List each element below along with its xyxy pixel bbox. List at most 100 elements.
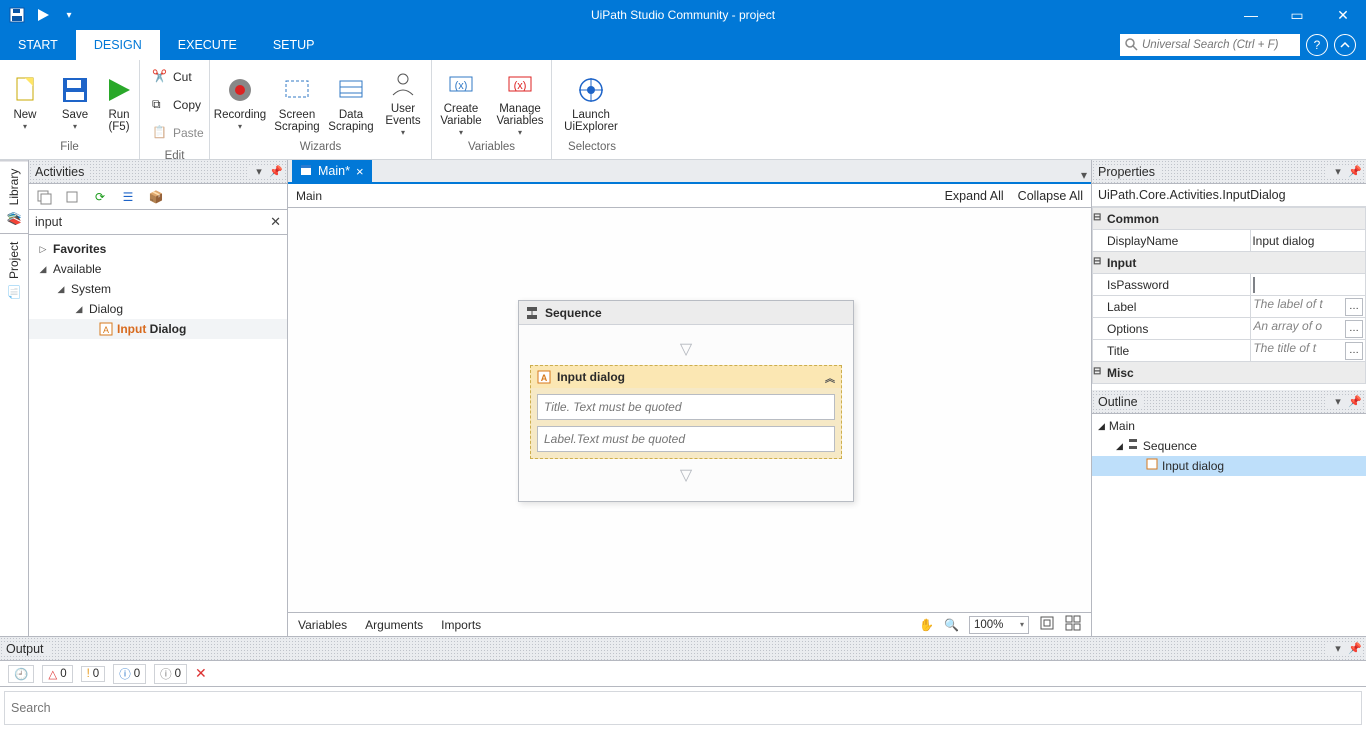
tab-setup[interactable]: Setup xyxy=(255,30,333,60)
clear-search-icon[interactable]: ✕ xyxy=(270,214,281,230)
time-filter[interactable]: 🕘 xyxy=(8,665,34,683)
uiexplorer-button[interactable]: Launch UiExplorer xyxy=(552,69,630,133)
save-button[interactable]: Save xyxy=(50,69,100,133)
zoom-icon[interactable]: 🔍 xyxy=(944,618,959,632)
ribbon-collapse-button[interactable] xyxy=(1334,34,1356,56)
tab-design[interactable]: Design xyxy=(76,30,160,60)
input-dialog-label-field[interactable] xyxy=(537,426,835,452)
output-pin-icon[interactable]: 📌 xyxy=(1348,642,1362,656)
qat-customize[interactable]: ▾ xyxy=(58,4,80,26)
fit-to-screen-icon[interactable] xyxy=(1039,615,1055,634)
trace-filter[interactable]: ⓘ0 xyxy=(154,664,187,684)
qat-run[interactable] xyxy=(32,4,54,26)
tree-available[interactable]: ◢Available xyxy=(29,259,287,279)
outline-dropdown[interactable]: ▾ xyxy=(1331,395,1345,409)
properties-pin-icon[interactable]: 📌 xyxy=(1348,165,1362,179)
category-misc[interactable]: Misc xyxy=(1107,366,1134,380)
run-label: Run xyxy=(108,109,129,121)
outline-input-dialog[interactable]: Input dialog xyxy=(1092,456,1366,476)
activities-dropdown[interactable]: ▾ xyxy=(252,165,266,179)
collapse-activity-icon[interactable]: ︽ xyxy=(825,370,835,385)
prop-options-value[interactable]: An array of o xyxy=(1253,319,1343,333)
zoom-combo[interactable]: 100% xyxy=(969,616,1029,634)
create-variable-button[interactable]: (x) Create Variable xyxy=(432,63,490,139)
collapse-all-link[interactable]: Collapse All xyxy=(1018,189,1083,203)
arguments-tab[interactable]: Arguments xyxy=(365,618,423,632)
paste-button[interactable]: 📋Paste xyxy=(148,120,208,146)
user-events-button[interactable]: User Events xyxy=(378,63,428,139)
input-dialog-activity[interactable]: A Input dialog ︽ xyxy=(530,365,842,459)
prop-label-value[interactable]: The label of t xyxy=(1253,297,1343,311)
input-dialog-title-field[interactable] xyxy=(537,394,835,420)
copy-button[interactable]: ⧉Copy xyxy=(148,92,208,118)
category-input[interactable]: Input xyxy=(1107,256,1136,270)
tree-favorites[interactable]: ▷Favorites xyxy=(29,239,287,259)
prop-ispassword-checkbox[interactable] xyxy=(1253,277,1255,293)
data-scraping-button[interactable]: Data Scraping xyxy=(324,69,378,133)
prop-options-edit-button[interactable]: … xyxy=(1345,320,1363,338)
qat-save[interactable] xyxy=(6,4,28,26)
tabs-dropdown[interactable]: ▾ xyxy=(1081,168,1087,182)
recording-button[interactable]: Recording xyxy=(210,69,270,133)
clear-output-icon[interactable]: ✕ xyxy=(195,665,207,682)
rail-library[interactable]: 📚 Library xyxy=(0,160,28,233)
error-filter[interactable]: △0 xyxy=(42,665,72,683)
property-grid: ⊟Common DisplayName Input dialog ⊟Input … xyxy=(1092,207,1366,384)
screen-scraping-button[interactable]: Screen Scraping xyxy=(270,69,324,133)
window-maximize[interactable]: ▭ xyxy=(1274,0,1320,30)
prop-title-edit-button[interactable]: … xyxy=(1345,342,1363,360)
manage-variables-button[interactable]: (x) Manage Variables xyxy=(490,63,550,139)
prop-displayname-value[interactable]: Input dialog xyxy=(1251,230,1366,252)
copy-label: Copy xyxy=(173,98,201,112)
project-icon: 📄 xyxy=(7,285,21,300)
imports-tab[interactable]: Imports xyxy=(441,618,481,632)
universal-search-input[interactable] xyxy=(1120,34,1300,56)
document-tab-label: Main* xyxy=(318,164,350,178)
tab-start[interactable]: Start xyxy=(0,30,76,60)
warning-count: 0 xyxy=(93,668,99,680)
input-dialog-label: Input dialog xyxy=(557,370,625,384)
sequence-activity[interactable]: Sequence ▽ A Input dialog ︽ xyxy=(518,300,854,502)
package-icon[interactable]: 📦 xyxy=(147,188,165,206)
cut-button[interactable]: ✂️Cut xyxy=(148,64,208,90)
properties-dropdown[interactable]: ▾ xyxy=(1331,165,1345,179)
outline-pin-icon[interactable]: 📌 xyxy=(1348,395,1362,409)
available-label: Available xyxy=(53,259,101,279)
expand-all-icon[interactable] xyxy=(35,188,53,206)
outline-sequence[interactable]: ◢Sequence xyxy=(1092,436,1366,456)
expand-all-link[interactable]: Expand All xyxy=(945,189,1004,203)
variables-tab[interactable]: Variables xyxy=(298,618,347,632)
output-dropdown[interactable]: ▾ xyxy=(1331,642,1345,656)
info-filter[interactable]: ⓘ0 xyxy=(113,664,146,684)
warning-filter[interactable]: !0 xyxy=(81,666,106,682)
overview-icon[interactable] xyxy=(1065,615,1081,634)
activities-search-input[interactable] xyxy=(29,210,287,234)
pan-icon[interactable]: ✋ xyxy=(919,618,934,632)
prop-title-value[interactable]: The title of t xyxy=(1253,341,1343,355)
insert-bottom-arrow[interactable]: ▽ xyxy=(680,465,692,485)
breadcrumb-main[interactable]: Main xyxy=(296,189,322,203)
output-search-input[interactable] xyxy=(4,691,1362,725)
tree-dialog[interactable]: ◢Dialog xyxy=(29,299,287,319)
tab-execute[interactable]: Execute xyxy=(160,30,255,60)
selectors-group-label: Selectors xyxy=(552,141,632,159)
new-button[interactable]: New xyxy=(0,69,50,133)
refresh-icon[interactable]: ⟳ xyxy=(91,188,109,206)
category-common[interactable]: Common xyxy=(1107,212,1159,226)
filter-icon[interactable]: ☰ xyxy=(119,188,137,206)
rail-project[interactable]: 📄 Project xyxy=(0,233,28,307)
trace-icon: ⓘ xyxy=(160,666,172,682)
collapse-all-icon[interactable] xyxy=(63,188,81,206)
document-tab-main[interactable]: Main* × xyxy=(292,160,372,182)
window-close[interactable]: ✕ xyxy=(1320,0,1366,30)
close-tab-icon[interactable]: × xyxy=(356,164,364,179)
prop-label-edit-button[interactable]: … xyxy=(1345,298,1363,316)
insert-top-arrow[interactable]: ▽ xyxy=(680,339,692,359)
run-button[interactable]: Run(F5) xyxy=(100,69,138,133)
help-button[interactable]: ? xyxy=(1306,34,1328,56)
tree-system[interactable]: ◢System xyxy=(29,279,287,299)
window-minimize[interactable]: — xyxy=(1228,0,1274,30)
outline-main[interactable]: ◢Main xyxy=(1092,416,1366,436)
activities-pin-icon[interactable]: 📌 xyxy=(269,165,283,179)
tree-input-dialog[interactable]: A Input Dialog xyxy=(29,319,287,339)
